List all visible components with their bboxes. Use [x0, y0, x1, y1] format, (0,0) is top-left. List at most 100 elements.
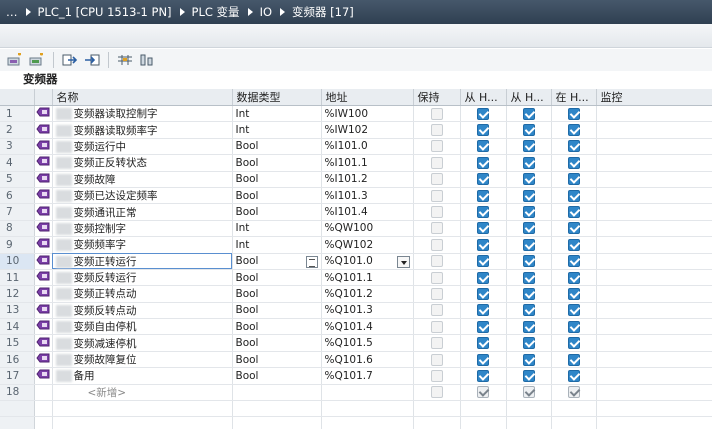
- tag-name-cell[interactable]: 备用: [52, 367, 233, 385]
- in-hmi-checkbox[interactable]: [567, 369, 580, 382]
- row-number[interactable]: 18: [0, 384, 35, 402]
- in-hmi-checkbox[interactable]: [567, 222, 580, 235]
- address-cell[interactable]: %Q101.2: [321, 285, 414, 303]
- datatype-cell[interactable]: Bool: [232, 154, 322, 172]
- address-cell[interactable]: %Q101.5: [321, 334, 414, 352]
- from-hmi-2-cell[interactable]: [506, 171, 552, 188]
- in-hmi-cell[interactable]: [551, 138, 597, 156]
- tag-name-cell[interactable]: 变频器读取控制字: [52, 105, 233, 123]
- list-icon[interactable]: [305, 255, 318, 268]
- address-cell[interactable]: %QW100: [321, 220, 414, 238]
- header-monitor[interactable]: 监控: [596, 89, 712, 106]
- new-tag-row[interactable]: 18 <新增>: [0, 384, 712, 402]
- from-hmi-1-checkbox[interactable]: [477, 156, 489, 169]
- from-hmi-2-cell[interactable]: [506, 236, 552, 254]
- from-hmi-1-checkbox[interactable]: [477, 255, 489, 268]
- in-hmi-checkbox[interactable]: [567, 255, 580, 268]
- address-cell[interactable]: %Q101.3: [321, 302, 414, 320]
- address-cell[interactable]: %I101.4: [321, 203, 414, 221]
- from-hmi-2-checkbox[interactable]: [522, 238, 535, 251]
- table-row[interactable]: 5 变频故障 Bool %I101.2: [0, 171, 712, 188]
- import-icon[interactable]: [83, 51, 101, 69]
- export-icon[interactable]: [61, 51, 79, 69]
- table-row[interactable]: 1 变频器读取控制字 Int %IW100: [0, 105, 712, 123]
- tag-name-cell[interactable]: 变频已达设定频率: [52, 187, 233, 205]
- in-hmi-checkbox[interactable]: [567, 124, 580, 137]
- tag-name-cell[interactable]: 变频故障: [52, 171, 233, 188]
- in-hmi-checkbox[interactable]: [567, 238, 580, 251]
- from-hmi-1-cell[interactable]: [460, 171, 507, 188]
- from-hmi-2-checkbox[interactable]: [522, 189, 535, 202]
- table-row[interactable]: 16 变频故障复位 Bool %Q101.6: [0, 351, 712, 369]
- table-row[interactable]: 11 变频反转运行 Bool %Q101.1: [0, 269, 712, 287]
- tag-name-cell[interactable]: 变频通讯正常: [52, 203, 233, 221]
- breadcrumb-item-plc[interactable]: PLC_1 [CPU 1513-1 PN]: [38, 5, 172, 19]
- tag-name-cell[interactable]: 变频正转点动: [52, 285, 233, 303]
- from-hmi-1-cell[interactable]: [460, 138, 507, 156]
- from-hmi-2-checkbox[interactable]: [522, 304, 535, 317]
- from-hmi-1-cell[interactable]: [460, 203, 507, 221]
- in-hmi-cell[interactable]: [551, 236, 597, 254]
- tag-name-cell[interactable]: 变频正反转状态: [52, 154, 233, 172]
- from-hmi-2-cell[interactable]: [506, 220, 552, 238]
- table-row[interactable]: 15 变频减速停机 Bool %Q101.5: [0, 334, 712, 352]
- datatype-cell[interactable]: Bool: [232, 171, 322, 188]
- from-hmi-1-checkbox[interactable]: [477, 337, 489, 350]
- header-address[interactable]: 地址: [321, 89, 414, 106]
- breadcrumb-item-io[interactable]: IO: [260, 5, 272, 19]
- in-hmi-checkbox[interactable]: [567, 337, 580, 350]
- address-cell[interactable]: %IW102: [321, 121, 414, 139]
- datatype-cell[interactable]: Bool: [232, 138, 322, 156]
- from-hmi-2-checkbox[interactable]: [522, 337, 535, 350]
- in-hmi-cell[interactable]: [551, 318, 597, 336]
- from-hmi-1-checkbox[interactable]: [477, 222, 489, 235]
- in-hmi-checkbox[interactable]: [567, 140, 580, 153]
- table-row[interactable]: 4 变频正反转状态 Bool %I101.1: [0, 154, 712, 172]
- in-hmi-checkbox[interactable]: [567, 320, 580, 333]
- add-new-cell[interactable]: <新增>: [52, 384, 233, 402]
- from-hmi-2-checkbox[interactable]: [522, 206, 535, 219]
- address-cell[interactable]: %IW100: [321, 105, 414, 123]
- datatype-cell[interactable]: Bool: [232, 334, 322, 352]
- in-hmi-checkbox[interactable]: [567, 287, 580, 300]
- datatype-cell[interactable]: Bool: [232, 253, 322, 270]
- address-cell[interactable]: %I101.3: [321, 187, 414, 205]
- table-row[interactable]: 13 变频反转点动 Bool %Q101.3: [0, 302, 712, 320]
- from-hmi-1-cell[interactable]: [460, 302, 507, 320]
- from-hmi-2-cell[interactable]: [506, 302, 552, 320]
- tag-name-cell[interactable]: 变频反转运行: [52, 269, 233, 287]
- table-row[interactable]: 17 备用 Bool %Q101.7: [0, 367, 712, 385]
- header-retain[interactable]: 保持: [413, 89, 461, 106]
- from-hmi-1-cell[interactable]: [460, 105, 507, 123]
- in-hmi-cell[interactable]: [551, 121, 597, 139]
- in-hmi-cell[interactable]: [551, 367, 597, 385]
- from-hmi-2-checkbox[interactable]: [522, 140, 535, 153]
- from-hmi-1-cell[interactable]: [460, 187, 507, 205]
- from-hmi-1-checkbox[interactable]: [477, 287, 489, 300]
- datatype-cell[interactable]: Int: [232, 236, 322, 254]
- tag-name-cell[interactable]: 变频控制字: [52, 220, 233, 238]
- row-number[interactable]: 9: [0, 236, 35, 254]
- row-number[interactable]: 16: [0, 351, 35, 369]
- from-hmi-2-checkbox[interactable]: [522, 156, 535, 169]
- row-number[interactable]: 8: [0, 220, 35, 238]
- tag-name-cell[interactable]: 变频故障复位: [52, 351, 233, 369]
- from-hmi-2-checkbox[interactable]: [522, 353, 535, 366]
- table-row[interactable]: 12 变频正转点动 Bool %Q101.2: [0, 285, 712, 303]
- in-hmi-cell[interactable]: [551, 220, 597, 238]
- row-number[interactable]: 11: [0, 269, 35, 287]
- datatype-cell[interactable]: Bool: [232, 203, 322, 221]
- in-hmi-cell[interactable]: [551, 334, 597, 352]
- row-number[interactable]: 15: [0, 334, 35, 352]
- in-hmi-cell[interactable]: [551, 154, 597, 172]
- in-hmi-cell[interactable]: [551, 253, 597, 270]
- in-hmi-checkbox[interactable]: [567, 304, 580, 317]
- datatype-cell[interactable]: Int: [232, 220, 322, 238]
- from-hmi-2-cell[interactable]: [506, 334, 552, 352]
- from-hmi-2-cell[interactable]: [506, 318, 552, 336]
- datatype-cell[interactable]: Bool: [232, 318, 322, 336]
- from-hmi-1-cell[interactable]: [460, 236, 507, 254]
- from-hmi-2-cell[interactable]: [506, 105, 552, 123]
- from-hmi-1-cell[interactable]: [460, 367, 507, 385]
- datatype-cell[interactable]: Bool: [232, 367, 322, 385]
